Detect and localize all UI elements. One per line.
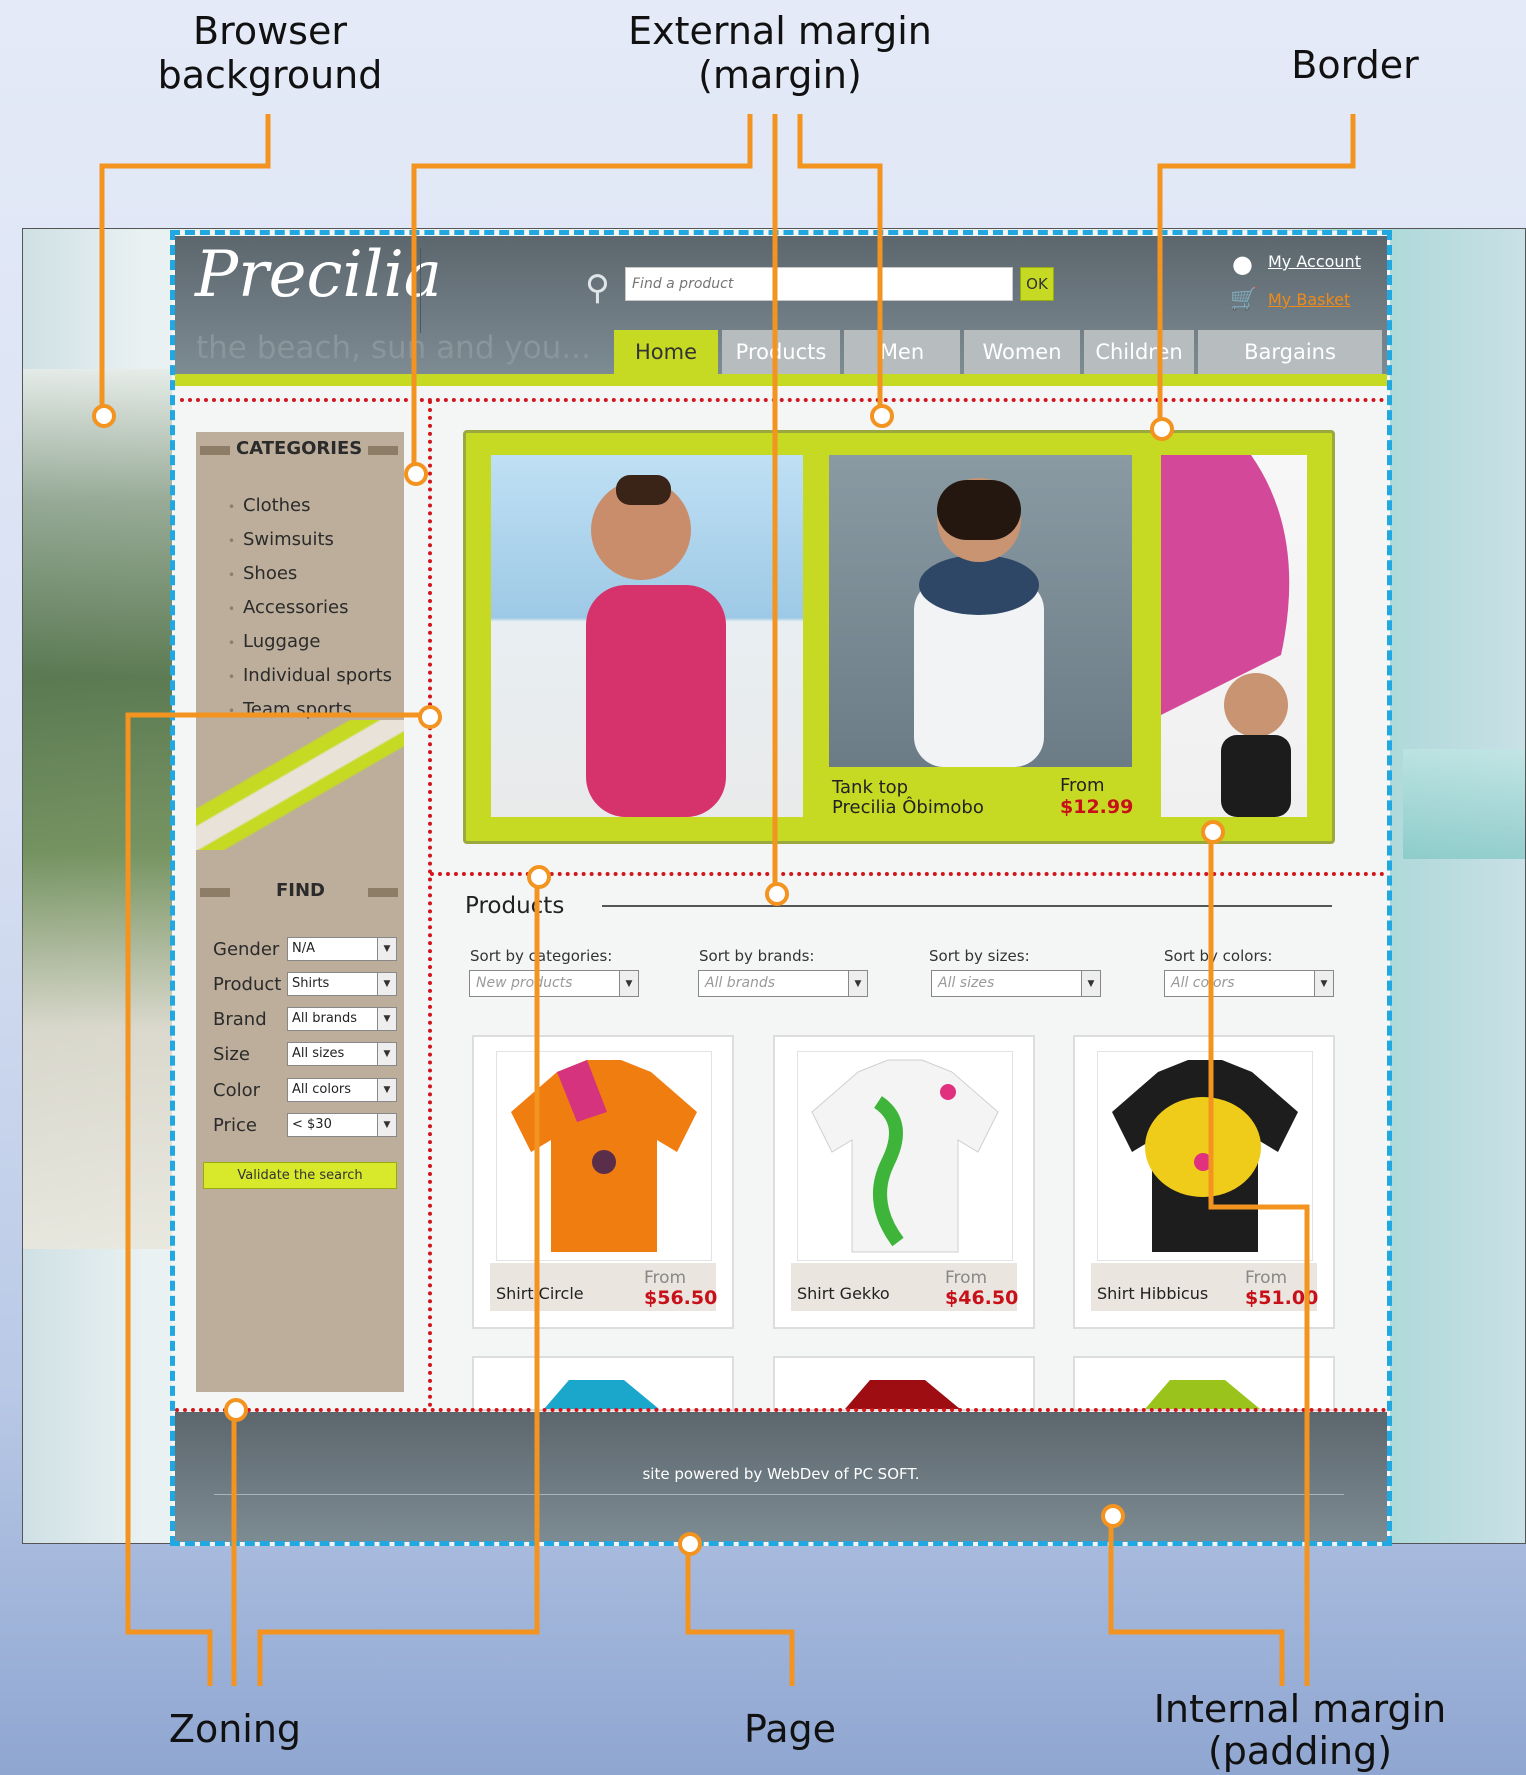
border-marker bbox=[1150, 417, 1174, 441]
zoning-marker bbox=[418, 705, 442, 729]
callout-lines bbox=[99, 114, 1356, 1686]
margin-marker bbox=[765, 882, 789, 906]
internal-margin-sublabel: (padding) bbox=[1207, 1729, 1393, 1773]
border-line bbox=[1157, 114, 1356, 427]
border-label: Border bbox=[1291, 43, 1419, 87]
zoning-label: Zoning bbox=[168, 1707, 302, 1751]
zoning-line-left bbox=[125, 712, 428, 1686]
zoning-marker bbox=[224, 1398, 248, 1422]
zoning-marker bbox=[527, 865, 551, 889]
padding-marker bbox=[1201, 820, 1225, 844]
page-label: Page bbox=[744, 1707, 836, 1751]
margin-line-left bbox=[411, 114, 753, 472]
internal-margin-label: Internal margin bbox=[1153, 1687, 1447, 1731]
margin-marker bbox=[870, 404, 894, 428]
external-margin-sublabel: (margin) bbox=[698, 53, 862, 97]
browser-background-label: Browser background bbox=[157, 9, 383, 97]
margin-marker bbox=[404, 462, 428, 486]
browser-background-marker bbox=[92, 404, 116, 428]
padding-line-footer bbox=[1108, 1514, 1285, 1686]
browser-background-line bbox=[99, 114, 271, 414]
padding-marker bbox=[1101, 1504, 1125, 1528]
external-margin-label: External margin bbox=[628, 9, 932, 53]
zoning-line-right bbox=[257, 875, 540, 1686]
page-marker bbox=[678, 1532, 702, 1556]
page-line bbox=[685, 1542, 795, 1686]
padding-line-product bbox=[1208, 830, 1310, 1686]
margin-line-right bbox=[797, 114, 883, 414]
